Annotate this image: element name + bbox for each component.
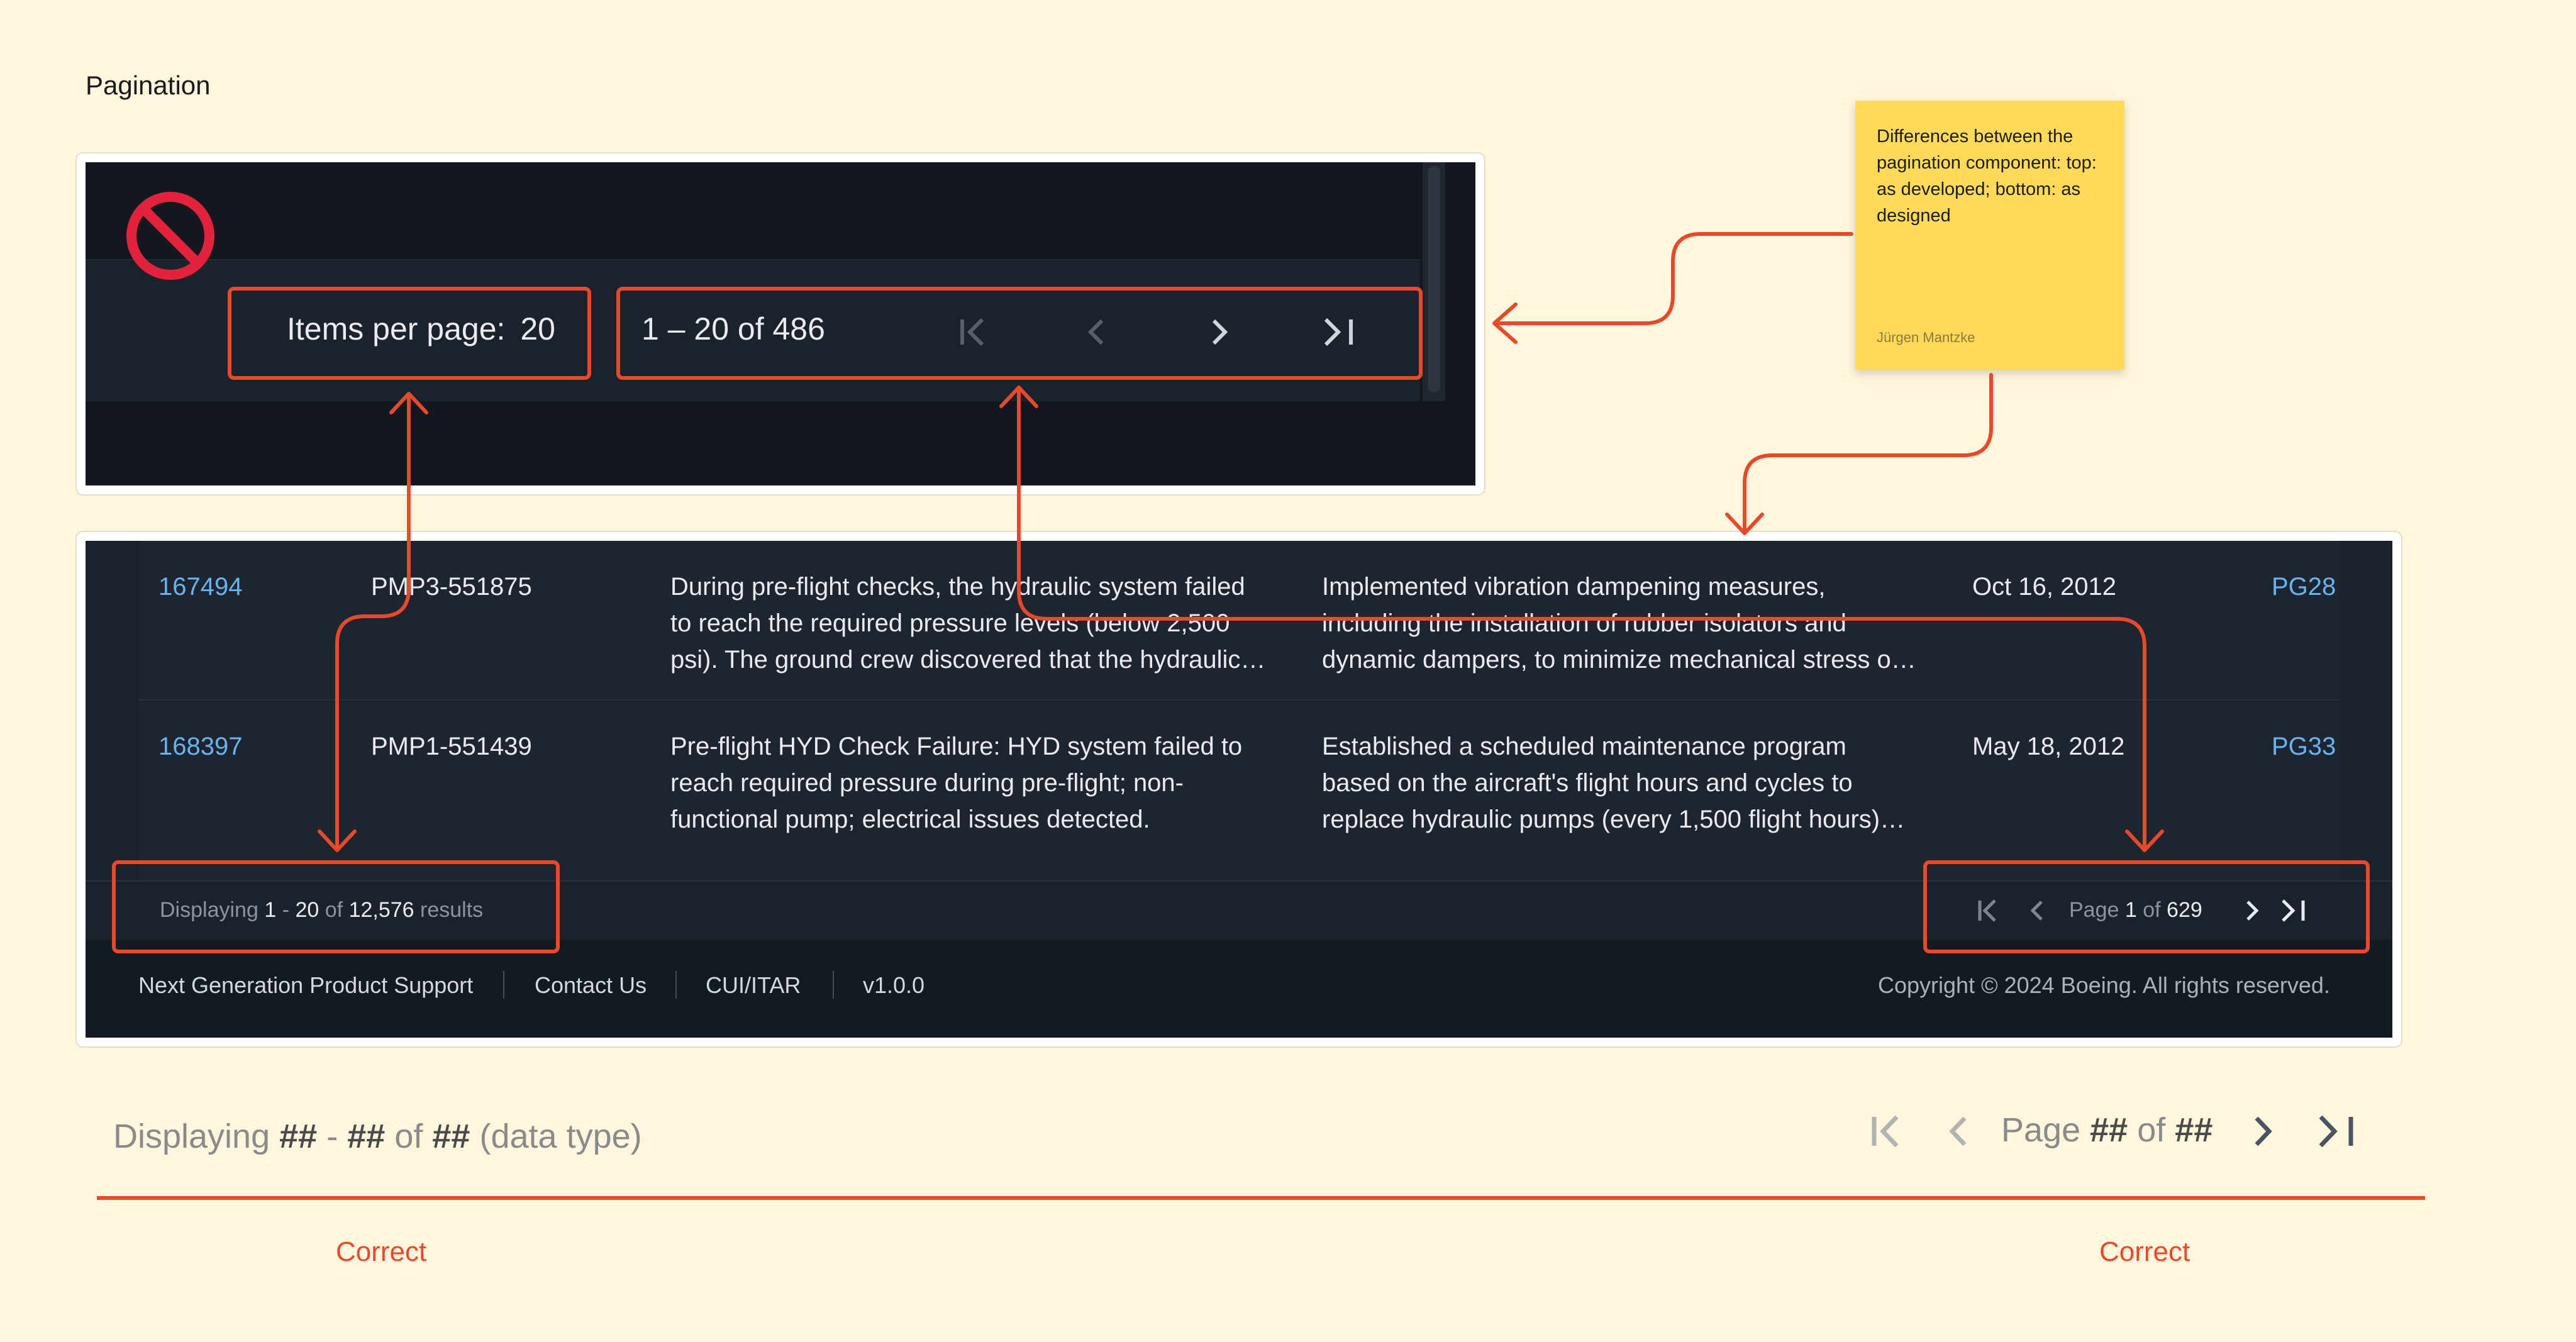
items-to-displaying-connector [335, 394, 411, 851]
range-to-pager-connector [1017, 388, 2146, 851]
note-to-top-connector [1495, 232, 1853, 325]
annotation-connectors [318, 232, 2164, 852]
note-to-bottom-connector [1743, 373, 1993, 534]
